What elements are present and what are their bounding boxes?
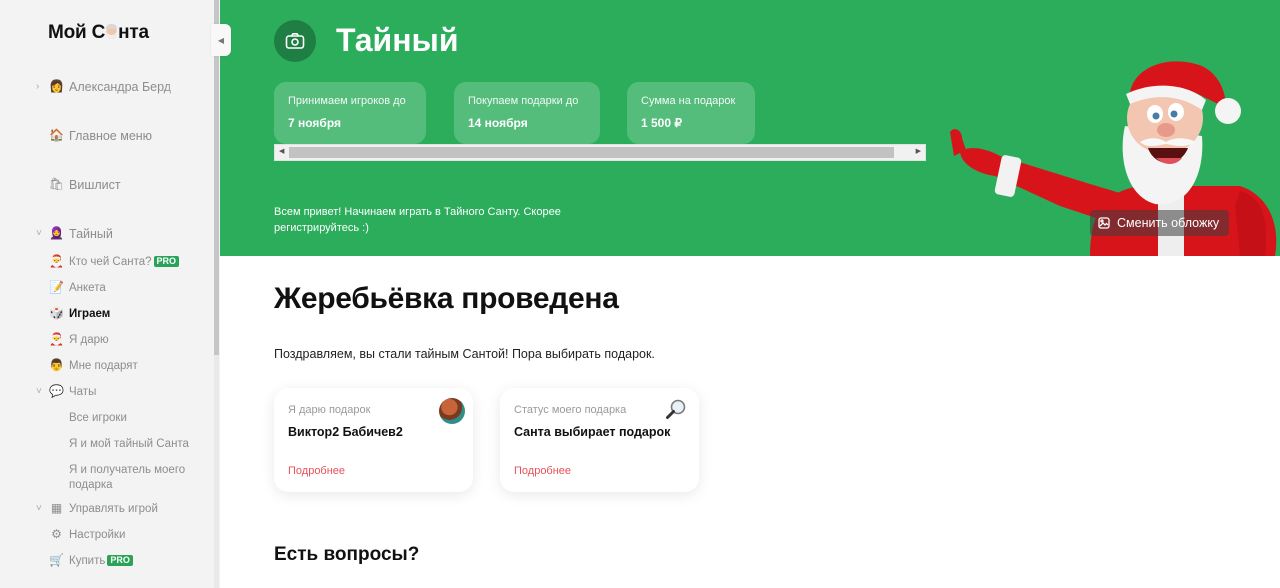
app: Мой С нта › 👩 Александра Берд 🏠 Главное м… xyxy=(0,0,1280,588)
game-title: Тайный xyxy=(336,22,459,58)
change-game-image-button[interactable] xyxy=(274,20,316,62)
sidebar-scrollbar[interactable] xyxy=(214,0,219,588)
info-card-gift-deadline: Покупаем подарки до 14 ноября xyxy=(454,82,600,144)
sidebar-item-me-and-recipient[interactable]: Я и получатель моего подарка xyxy=(69,463,199,493)
logo-text-start: Мой С xyxy=(48,22,106,43)
man-face-icon: 👨 xyxy=(49,358,64,372)
sidebar-item-label: Тайный xyxy=(69,226,113,241)
info-card-label: Принимаем игроков до xyxy=(288,95,406,107)
info-card-value: 14 ноября xyxy=(468,116,528,130)
chevron-down-icon[interactable]: ˅ xyxy=(36,386,48,397)
sidebar-item-label: Чаты xyxy=(69,385,97,398)
scroll-left-arrow-icon[interactable]: ◀ xyxy=(279,147,284,155)
sidebar-item-label: Играем xyxy=(69,307,111,320)
pro-badge: PRO xyxy=(107,555,133,566)
sidebar-item-playing[interactable]: 🎲 Играем xyxy=(48,306,110,321)
sidebar-item-chats[interactable]: ˅ 💬 Чаты xyxy=(36,384,96,399)
gift-bag-icon: 🛍 xyxy=(48,177,65,191)
user-avatar-icon: 👩 xyxy=(49,79,64,93)
main-content: Тайный Принимаем игроков до 7 ноября Пок… xyxy=(220,0,1280,588)
logo[interactable]: Мой С нта xyxy=(48,22,149,44)
info-card-value: 7 ноября xyxy=(288,116,342,130)
grid-icon: ▦ xyxy=(50,501,63,515)
sidebar-item-label: Я дарю xyxy=(69,333,109,346)
sidebar-item-label: Вишлист xyxy=(69,177,121,192)
sidebar-item-game[interactable]: ˅ 🧕 Тайный xyxy=(36,226,113,241)
info-card-label: Покупаем подарки до xyxy=(468,95,579,107)
chat-bubble-icon: 💬 xyxy=(49,384,64,398)
dice-icon: 🎲 xyxy=(49,306,64,320)
sidebar-item-label: Купить xyxy=(69,554,106,567)
collapse-sidebar-button[interactable]: ◀ xyxy=(211,24,231,56)
sidebar-item-label: Я и получатель моего подарка xyxy=(69,464,186,491)
change-cover-label: Сменить обложку xyxy=(1117,216,1220,230)
santa-logo-icon xyxy=(105,24,118,39)
sidebar-item-questionnaire[interactable]: 📝 Анкета xyxy=(48,280,106,295)
info-card-gift-budget: Сумма на подарок 1 500 ₽ xyxy=(627,82,755,144)
chevron-down-icon[interactable]: ˅ xyxy=(36,503,48,514)
draw-status-heading: Жеребьёвка проведена xyxy=(274,282,619,315)
sidebar-item-label: Все игроки xyxy=(69,412,127,424)
recipient-name: Виктор2 Бабичев2 xyxy=(288,425,403,439)
sidebar-item-manage-game[interactable]: ˅ ▦ Управлять игрой xyxy=(36,501,158,516)
scroll-right-arrow-icon[interactable]: ▶ xyxy=(916,147,921,155)
recipient-details-link[interactable]: Подробнее xyxy=(288,465,345,477)
santa-face-icon: 🎅 xyxy=(49,332,64,346)
info-cards-scrollbar[interactable]: ◀ ▶ xyxy=(274,144,926,161)
home-icon: 🏠 xyxy=(49,128,64,142)
sidebar-item-label: Мне подарят xyxy=(69,359,138,372)
pro-badge: PRO xyxy=(153,256,180,267)
logo-text-end: нта xyxy=(118,22,149,43)
sidebar-item-all-players[interactable]: Все игроки xyxy=(69,411,199,426)
sidebar-item-me-and-santa[interactable]: Я и мой тайный Санта xyxy=(69,437,199,452)
info-cards-scrollbar-thumb[interactable] xyxy=(289,147,894,158)
santa-face-icon: 🎅 xyxy=(49,254,64,268)
sidebar-item-i-give[interactable]: 🎅 Я дарю xyxy=(48,332,109,347)
card-label: Я дарю подарок xyxy=(288,404,371,416)
change-cover-button[interactable]: Сменить обложку xyxy=(1090,210,1230,236)
camera-icon xyxy=(285,33,305,49)
card-label: Статус моего подарка xyxy=(514,404,627,416)
sidebar-item-label: Анкета xyxy=(69,281,106,294)
image-icon xyxy=(1098,217,1110,229)
triangle-left-icon: ◀ xyxy=(217,35,225,45)
questions-heading: Есть вопросы? xyxy=(274,544,420,565)
welcome-message: Всем привет! Начинаем играть в Тайного С… xyxy=(274,206,561,234)
sidebar-item-label: Александра Берд xyxy=(69,79,172,94)
recipient-avatar[interactable] xyxy=(439,398,465,424)
magnifier-icon xyxy=(666,399,686,419)
sidebar-item-label: Я и мой тайный Санта xyxy=(69,438,189,450)
cart-icon: 🛒 xyxy=(49,553,64,567)
info-card-value: 1 500 ₽ xyxy=(641,116,682,130)
info-card-registration-deadline: Принимаем игроков до 7 ноября xyxy=(274,82,426,144)
congrats-message: Поздравляем, вы стали тайным Сантой! Пор… xyxy=(274,347,655,361)
sidebar-item-buy[interactable]: 🛒 Купить PRO xyxy=(48,553,133,568)
game-cover: Тайный Принимаем игроков до 7 ноября Пок… xyxy=(220,0,1280,256)
recipient-card[interactable]: Я дарю подарок Виктор2 Бабичев2 Подробне… xyxy=(274,388,473,492)
sidebar-item-label: Управлять игрой xyxy=(69,502,158,515)
sidebar-item-label: Главное меню xyxy=(69,128,153,143)
sidebar: Мой С нта › 👩 Александра Берд 🏠 Главное м… xyxy=(0,0,231,588)
sidebar-item-profile[interactable]: › 👩 Александра Берд xyxy=(36,79,189,94)
sidebar-item-label: Настройки xyxy=(69,528,126,541)
gift-status-card[interactable]: Статус моего подарка Санта выбирает пода… xyxy=(500,388,699,492)
gift-status-details-link[interactable]: Подробнее xyxy=(514,465,571,477)
info-card-label: Сумма на подарок xyxy=(641,95,736,107)
sidebar-item-label: Кто чей Санта? xyxy=(69,255,152,268)
game-avatar-icon: 🧕 xyxy=(49,226,64,240)
gear-icon: ⚙ xyxy=(51,527,62,541)
gift-status-value: Санта выбирает подарок xyxy=(514,425,671,439)
sidebar-item-whose-santa[interactable]: 🎅 Кто чей Санта? PRO xyxy=(48,254,180,269)
sidebar-item-gift-for-me[interactable]: 👨 Мне подарят xyxy=(48,358,138,373)
pencil-icon: 📝 xyxy=(49,280,64,294)
sidebar-item-main-menu[interactable]: 🏠 Главное меню xyxy=(48,128,152,143)
sidebar-item-settings[interactable]: ⚙ Настройки xyxy=(48,527,125,542)
chevron-down-icon[interactable]: ˅ xyxy=(36,228,48,239)
info-cards-strip: Принимаем игроков до 7 ноября Покупаем п… xyxy=(274,82,926,144)
sidebar-item-wishlist[interactable]: 🛍 Вишлист xyxy=(48,177,121,192)
chevron-right-icon[interactable]: › xyxy=(36,81,48,92)
